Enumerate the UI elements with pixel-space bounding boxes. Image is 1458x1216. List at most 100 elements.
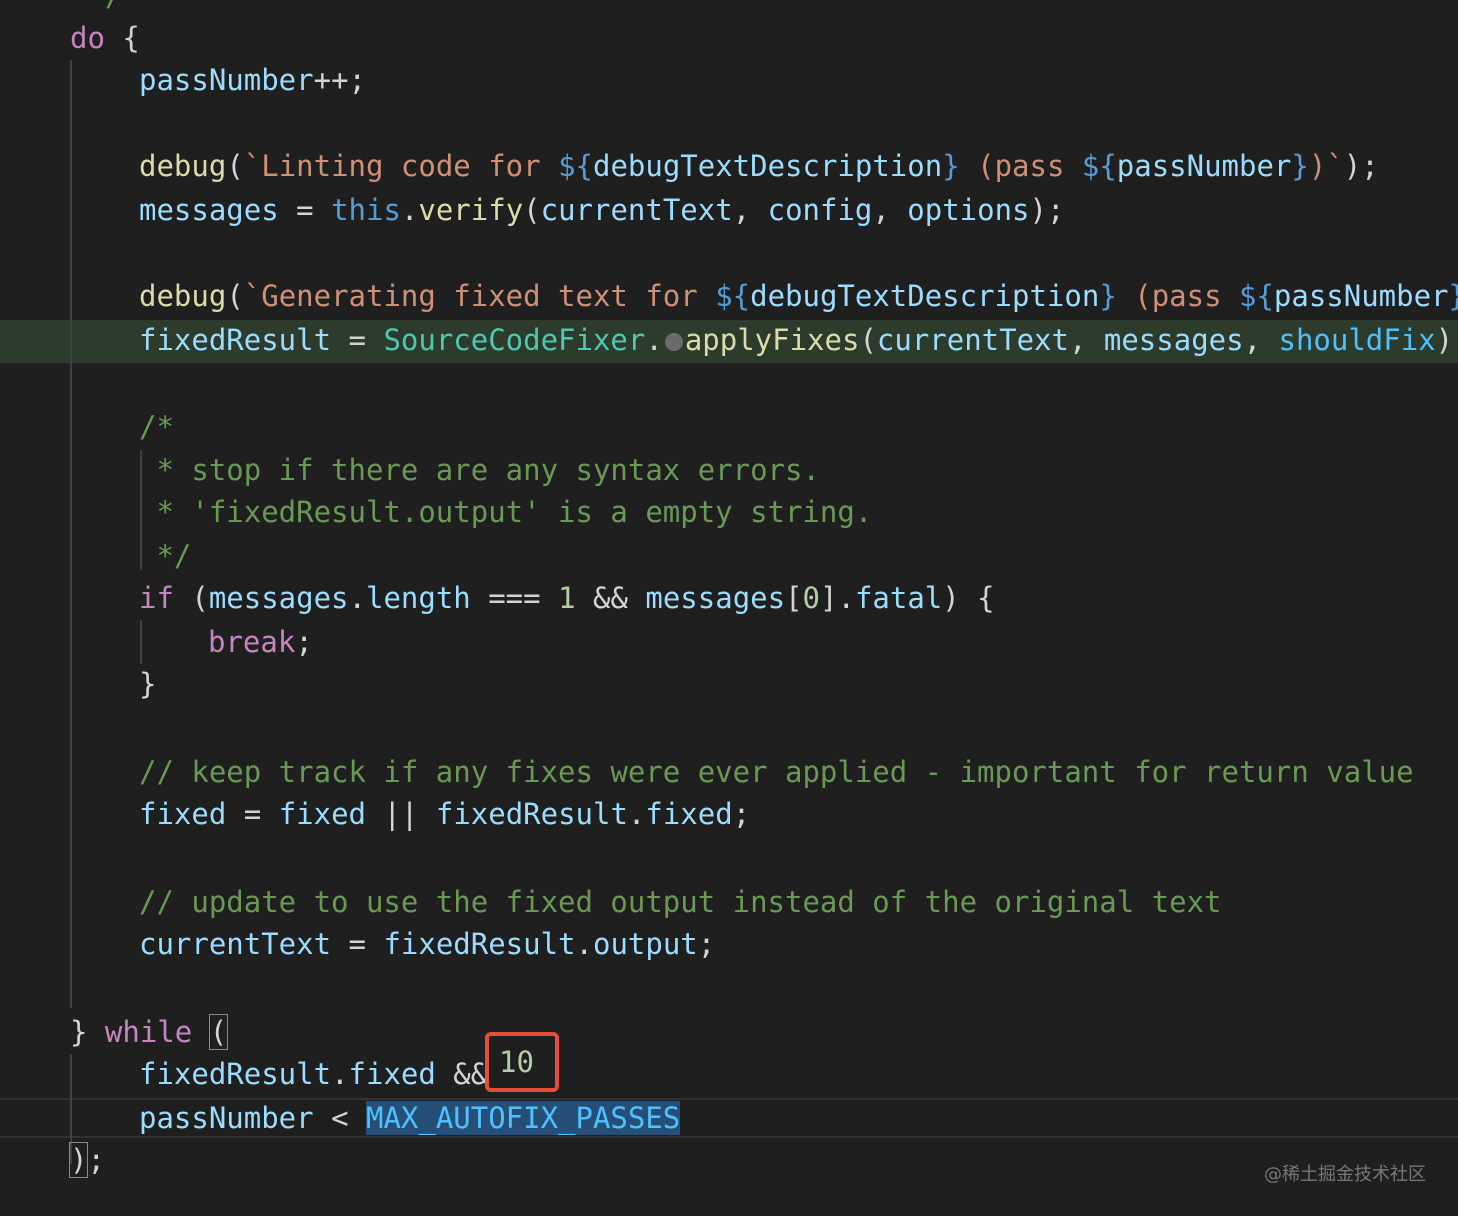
code-line[interactable]: /* xyxy=(0,405,1458,449)
code-line[interactable]: messages = this.verify(currentText, conf… xyxy=(0,188,1458,232)
string-part: (pass xyxy=(959,149,1082,183)
debug-linting-call: debug(`Linting code for ${debugTextDescr… xyxy=(139,144,1379,188)
if-statement: if (messages.length === 1 && messages[0]… xyxy=(139,576,995,620)
code-line[interactable]: } while ( xyxy=(0,1010,1458,1054)
comment-text: */ xyxy=(139,539,192,573)
comment-text: * stop if there are any syntax errors. xyxy=(139,453,820,487)
watermark: @稀土掘金技术社区 xyxy=(1264,1164,1426,1185)
op-less-than: < xyxy=(313,1101,366,1135)
break-statement: break; xyxy=(208,620,313,664)
code-line[interactable]: * stop if there are any syntax errors. xyxy=(0,448,1458,492)
code-line[interactable]: fixed = fixed || fixedResult.fixed; xyxy=(0,792,1458,836)
fixed-assignment: fixed = fixed || fixedResult.fixed; xyxy=(139,792,750,836)
template-close: } xyxy=(1099,279,1117,313)
code-line[interactable]: ); xyxy=(0,1138,1458,1182)
template-open: ${ xyxy=(1239,279,1274,313)
dot: . xyxy=(645,323,663,357)
op-assign: = xyxy=(331,927,384,961)
fn-debug: debug xyxy=(139,149,227,183)
dot: . xyxy=(627,797,646,831)
var-config: config xyxy=(767,193,873,227)
while-condition-2: passNumber < MAX_AUTOFIX_PASSES xyxy=(139,1096,681,1140)
apply-fixes-call: fixedResult = SourceCodeFixer. applyFixes… xyxy=(139,318,1458,362)
code-line[interactable]: if (messages.length === 1 && messages[0]… xyxy=(0,576,1458,620)
keyword-this: this xyxy=(331,193,401,227)
var-currentText: currentText xyxy=(540,193,733,227)
var-fixedResult: fixedResult xyxy=(383,927,576,961)
while-end: ); xyxy=(68,1138,105,1182)
code-line-current-execution[interactable]: fixedResult = SourceCodeFixer. applyFixes… xyxy=(0,318,1458,362)
op-assign: = xyxy=(226,797,279,831)
code-line[interactable]: fixedResult.fixed && xyxy=(0,1052,1458,1096)
var-fixed: fixed xyxy=(278,797,367,831)
code-line[interactable]: debug(`Generating fixed text for ${debug… xyxy=(0,274,1458,318)
template-open: ${ xyxy=(1081,149,1117,183)
code-line[interactable]: // update to use the fixed output instea… xyxy=(0,880,1458,924)
var-messages: messages xyxy=(208,581,349,615)
dot: . xyxy=(348,581,366,615)
op-increment: ++; xyxy=(313,63,366,97)
var-shouldFix: shouldFix xyxy=(1278,323,1436,357)
paren: ( xyxy=(226,149,244,183)
string-part: `Linting code for xyxy=(243,149,559,183)
var-fixedResult: fixedResult xyxy=(435,797,628,831)
paren-close: ); xyxy=(1435,323,1458,357)
code-line[interactable]: break; xyxy=(0,620,1458,664)
while-statement: } while ( xyxy=(70,1010,229,1054)
breakpoint-dot-icon[interactable] xyxy=(664,333,683,351)
template-close: } xyxy=(942,149,960,183)
const-MAX_AUTOFIX_PASSES[interactable]: MAX_AUTOFIX_PASSES xyxy=(366,1101,681,1135)
string-part: `Generating fixed text for xyxy=(243,279,716,313)
brace-open: { xyxy=(104,21,140,55)
comment-text: * 'fixedResult.output' is a empty string… xyxy=(139,495,873,529)
op-assign: = xyxy=(331,323,384,357)
var-options: options xyxy=(907,193,1030,227)
fn-debug: debug xyxy=(139,279,227,313)
template-open: ${ xyxy=(715,279,751,313)
code-line[interactable]: debug(`Linting code for ${debugTextDescr… xyxy=(0,144,1458,188)
template-open: ${ xyxy=(558,149,593,183)
var-passNumber: passNumber xyxy=(139,1101,314,1135)
var-debugTextDescription: debugTextDescription xyxy=(592,149,943,183)
op-and: && xyxy=(575,581,646,615)
code-line[interactable]: * 'fixedResult.output' is a empty string… xyxy=(0,490,1458,534)
comment-text: // update to use the fixed output instea… xyxy=(139,885,1222,919)
code-line[interactable]: passNumber < MAX_AUTOFIX_PASSES xyxy=(0,1096,1458,1140)
debug-value-hover[interactable]: 10 xyxy=(485,1032,559,1092)
paren-close: ); xyxy=(1343,149,1379,183)
prop-fatal: fatal xyxy=(854,581,943,615)
paren-close: ); xyxy=(1029,193,1065,227)
code-line[interactable]: currentText = fixedResult.output; xyxy=(0,922,1458,966)
template-close: } xyxy=(1291,149,1309,183)
op-strict-equal: === xyxy=(470,581,559,615)
code-editor[interactable]: */ do { passNumber++; debug(`Linting cod… xyxy=(0,0,1458,1216)
dot: . xyxy=(575,927,593,961)
paren: ( xyxy=(226,279,244,313)
dot: . xyxy=(331,1057,349,1091)
brace-close: } xyxy=(139,667,157,701)
code-line[interactable]: // keep track if any fixes were ever app… xyxy=(0,750,1458,794)
number-literal: 0 xyxy=(802,581,821,615)
code-line[interactable]: do { xyxy=(0,16,1458,60)
prop-fixed: fixed xyxy=(645,797,733,831)
code-line[interactable]: passNumber++; xyxy=(0,58,1458,102)
comment-text: /* xyxy=(139,410,174,444)
code-line[interactable]: } xyxy=(0,662,1458,706)
bracket-close: ]. xyxy=(820,581,855,615)
op-assign: = xyxy=(278,193,332,227)
do-statement: do { xyxy=(70,16,140,60)
paren: ( xyxy=(173,581,209,615)
brace-close: } xyxy=(70,1015,105,1049)
debug-generating-call: debug(`Generating fixed text for ${debug… xyxy=(139,274,1458,318)
prop-output: output xyxy=(592,927,698,961)
bracket-match-close: ) xyxy=(68,1142,89,1178)
code-line[interactable]: */ xyxy=(0,534,1458,578)
comment-text: // keep track if any fixes were ever app… xyxy=(139,755,1414,789)
string-part: (pass xyxy=(1116,279,1239,313)
current-text-assignment: currentText = fixedResult.output; xyxy=(139,922,715,966)
pass-increment: passNumber++; xyxy=(139,58,366,102)
semicolon: ; xyxy=(732,797,751,831)
prop-length: length xyxy=(366,581,471,615)
var-passNumber: passNumber xyxy=(139,63,314,97)
keyword-while: while xyxy=(104,1015,193,1049)
